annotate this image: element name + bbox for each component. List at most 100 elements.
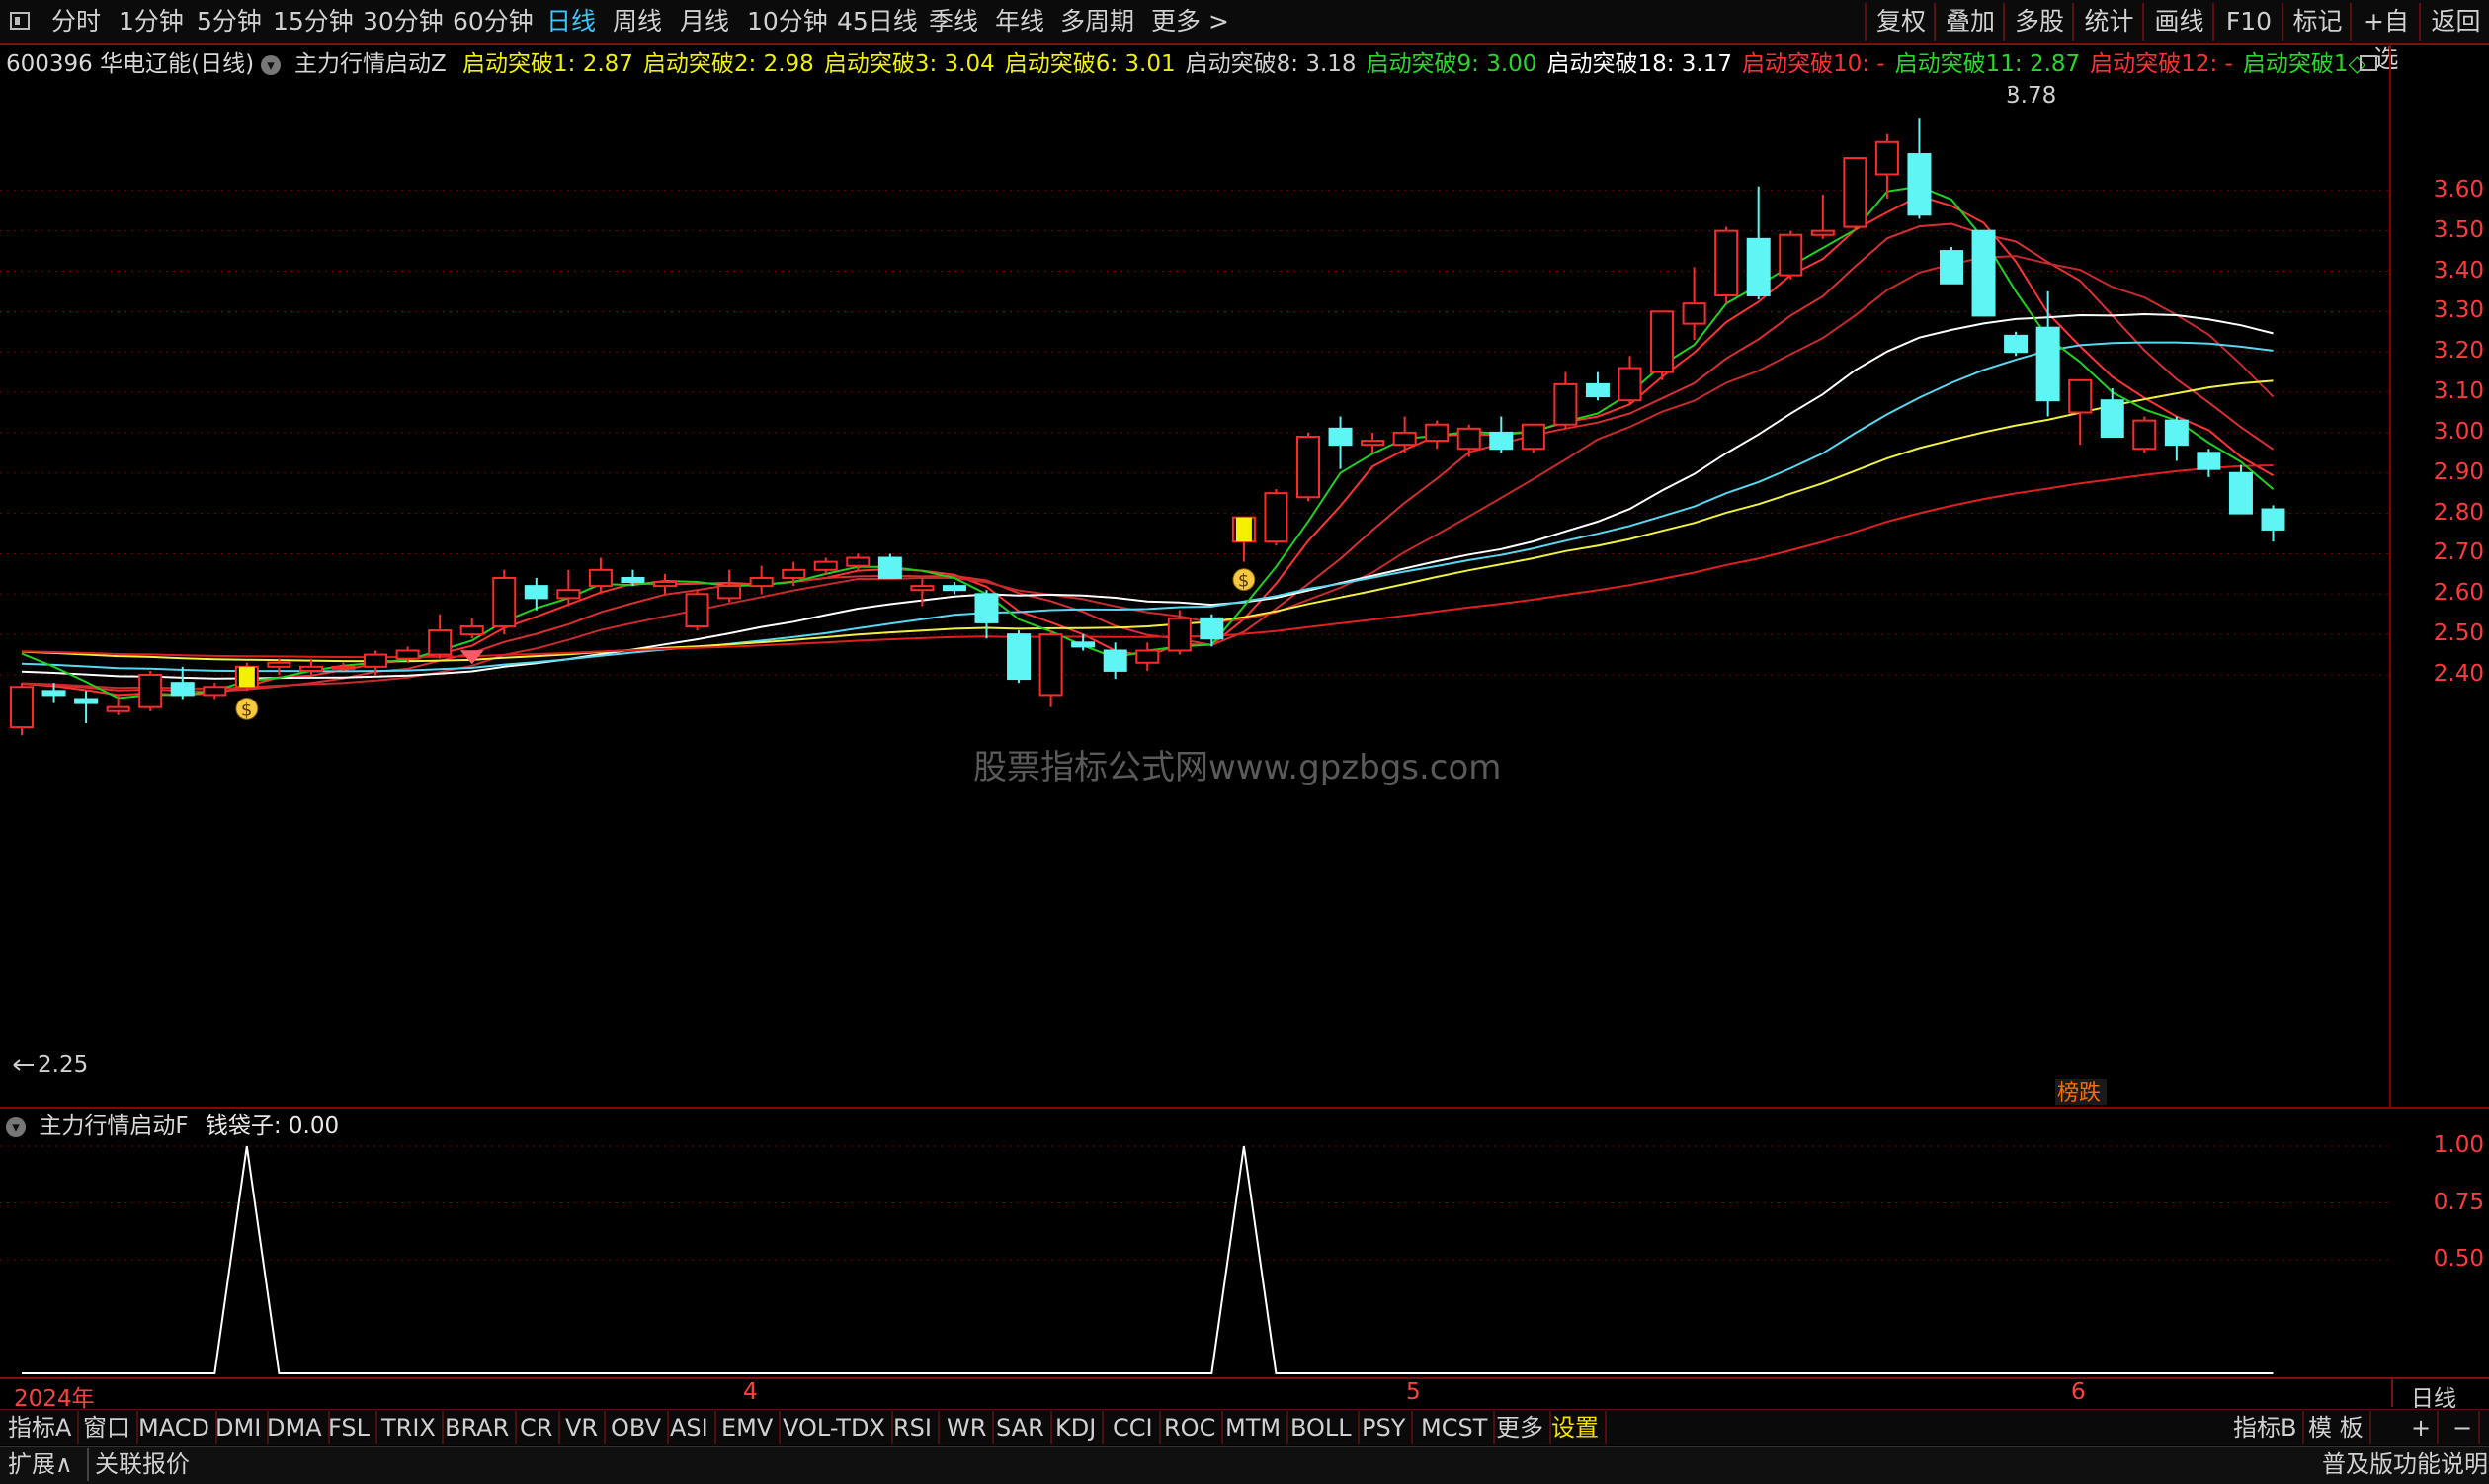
candle	[1521, 423, 1545, 453]
candle	[1456, 424, 1481, 457]
sub-formula-expand-icon[interactable]: ▾	[6, 1116, 26, 1137]
candle-body	[1167, 617, 1192, 652]
indicator-tab-1[interactable]: 窗口	[77, 1411, 138, 1444]
candle-body	[1585, 382, 1610, 398]
candle	[1585, 371, 1610, 401]
candle	[717, 569, 742, 603]
price-tick-label: 3.40	[2433, 257, 2484, 284]
indicator-tab-0[interactable]: 指标A	[2, 1411, 80, 1444]
price-axis	[2389, 45, 2489, 1107]
candle-body	[621, 576, 645, 584]
candle	[974, 590, 999, 639]
indicator-tab-17[interactable]: KDJ	[1049, 1411, 1105, 1444]
money-bag-series-line	[22, 1145, 2274, 1374]
indicator-tab-6[interactable]: TRIX	[375, 1411, 444, 1444]
low-price-label: 2.25	[38, 1052, 88, 1078]
candle-body	[1971, 229, 1996, 317]
money-bag-glyph: $	[241, 700, 252, 720]
price-tick-label: 2.90	[2433, 458, 2484, 485]
sub-formula-name[interactable]: 主力行情启动F	[39, 1113, 188, 1139]
candle	[74, 691, 99, 724]
axis-divider	[2391, 1379, 2393, 1407]
rank-badge[interactable]: 榜跌	[2057, 1081, 2101, 1106]
help-link[interactable]: 普及版功能说明	[2322, 1448, 2488, 1481]
candle	[2228, 464, 2253, 515]
indicator-tab-7[interactable]: BRAR	[439, 1411, 518, 1444]
candle-body	[10, 686, 34, 729]
indicator-tab-4[interactable]: DMA	[261, 1411, 330, 1444]
x-label-may: 5	[1406, 1379, 1421, 1405]
indicator-tab-11[interactable]: ASI	[664, 1411, 716, 1444]
indicator-tab-15[interactable]: WR	[941, 1411, 995, 1444]
indicator-tab-5[interactable]: FSL	[322, 1411, 377, 1444]
indicator-tab-13[interactable]: VOL-TDX	[777, 1411, 893, 1444]
candle	[1328, 416, 1353, 469]
candle	[749, 565, 774, 595]
candle-body	[782, 568, 806, 579]
candle-body	[1425, 423, 1450, 443]
candle-body	[1038, 633, 1063, 697]
indicator-tab-20[interactable]: MTM	[1219, 1411, 1289, 1444]
indicator-tab-18[interactable]: CCI	[1107, 1411, 1161, 1444]
candle-body	[749, 576, 774, 588]
candle	[653, 573, 677, 595]
candle	[138, 670, 163, 711]
candle-body	[74, 698, 99, 704]
candle	[942, 582, 966, 595]
candle-body	[2100, 399, 2124, 438]
sub-chart-header: ▾ 主力行情启动F 钱袋子: 0.00	[6, 1111, 339, 1142]
candle-body	[41, 690, 66, 697]
sub-grid-lines	[0, 1145, 2389, 1261]
candle-body	[331, 665, 356, 670]
candle	[10, 683, 34, 736]
indicator-tab-8[interactable]: CR	[514, 1411, 561, 1444]
indicator-tab-22[interactable]: PSY	[1356, 1411, 1414, 1444]
candle-body	[1071, 641, 1096, 648]
indicator-tab-16[interactable]: SAR	[990, 1411, 1052, 1444]
candle	[588, 557, 613, 595]
candle	[2068, 378, 2093, 446]
sub-tick-label: 0.75	[2433, 1189, 2484, 1215]
candle-body	[2261, 508, 2285, 531]
indicator-tab-21[interactable]: BOLL	[1285, 1411, 1360, 1444]
candle	[1553, 371, 1578, 429]
candle	[1746, 186, 1771, 300]
expand-button[interactable]: 扩展∧	[8, 1448, 73, 1481]
candle-body	[1650, 310, 1675, 373]
candle	[1038, 630, 1063, 707]
related-quote-button[interactable]: 关联报价	[87, 1448, 190, 1481]
candle-body	[556, 589, 581, 600]
tab-right-2[interactable]: +	[2405, 1411, 2440, 1444]
tab-right-0[interactable]: 指标B	[2227, 1411, 2305, 1444]
candle	[1714, 226, 1739, 304]
sub-value-label: 钱袋子: 0.00	[205, 1113, 340, 1139]
candle-body	[942, 585, 966, 592]
indicator-tab-25[interactable]: 设置	[1545, 1411, 1607, 1444]
moving-average-line-2	[21, 255, 2275, 691]
indicator-tab-2[interactable]: MACD	[132, 1411, 217, 1444]
indicator-tab-24[interactable]: 更多	[1490, 1411, 1551, 1444]
indicator-tab-23[interactable]: MCST	[1415, 1411, 1496, 1444]
candle-body	[910, 585, 935, 592]
indicator-tab-19[interactable]: ROC	[1158, 1411, 1224, 1444]
tab-right-3[interactable]: −	[2447, 1411, 2481, 1444]
candle	[1940, 246, 1963, 285]
candle-body	[1940, 250, 1963, 285]
indicator-tab-9[interactable]: VR	[559, 1411, 607, 1444]
price-tick-label: 2.60	[2433, 580, 2484, 607]
x-period-label[interactable]: 日线	[2411, 1379, 2456, 1413]
candle-body	[1843, 157, 1867, 228]
candle-body	[298, 665, 323, 672]
x-label-june: 6	[2071, 1379, 2086, 1405]
indicator-tab-14[interactable]: RSI	[887, 1411, 940, 1444]
indicator-tab-12[interactable]: EMV	[715, 1411, 782, 1444]
signal-highlight-bar	[238, 666, 255, 688]
tab-right-1[interactable]: 模 板	[2302, 1411, 2371, 1444]
price-chart[interactable]: $ $ 股票指标公式网www.gpzbgs.com 3.78 2.25 榜跌	[0, 0, 2489, 1483]
x-label-year: 2024年	[14, 1386, 95, 1412]
candle	[877, 553, 902, 579]
panel-divider[interactable]	[0, 1107, 2489, 1109]
sub-tick-label: 0.50	[2433, 1246, 2484, 1272]
indicator-tab-10[interactable]: OBV	[605, 1411, 670, 1444]
candle-body	[1456, 427, 1481, 451]
